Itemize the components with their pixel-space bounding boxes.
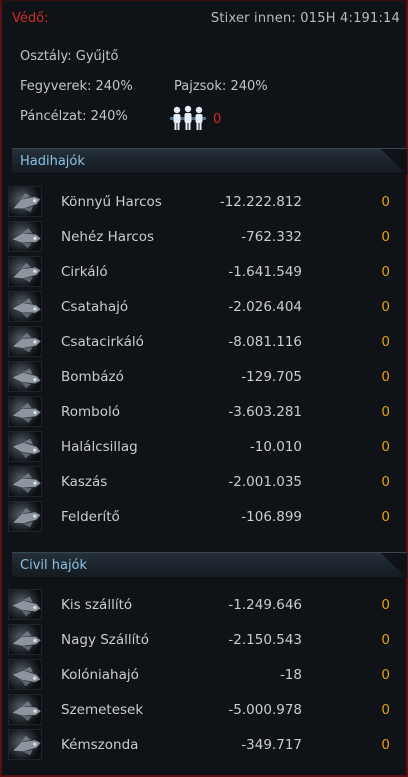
ship-count: 0 (381, 439, 390, 455)
ship-row[interactable]: Nehéz Harcos -762.332 0 (8, 219, 406, 254)
section-military-title: Hadihajók (20, 154, 85, 169)
weapons-line: Fegyverek: 240% (20, 79, 133, 94)
ship-count: 0 (381, 474, 390, 490)
ship-loss: -5.000.978 (228, 702, 302, 718)
ship-count: 0 (381, 299, 390, 315)
player-location[interactable]: Stixer innen: 015H 4:191:14 (211, 11, 400, 26)
ship-count: 0 (381, 737, 390, 753)
ship-name: Csatahajó (61, 299, 129, 315)
section-military: Hadihajók (12, 148, 407, 175)
armor-label: Páncélzat: (20, 109, 87, 124)
role-label: Védő: (12, 11, 49, 26)
ship-thumbnail (8, 501, 42, 532)
ship-thumbnail (8, 589, 42, 620)
ship-row[interactable]: Cirkáló -1.641.549 0 (8, 254, 406, 289)
ship-loss: -3.603.281 (228, 404, 302, 420)
ship-name: Kolóniahajó (61, 667, 139, 683)
ship-count: 0 (381, 369, 390, 385)
ship-name: Nagy Szállító (61, 632, 149, 648)
ship-count: 0 (381, 667, 390, 683)
ship-row[interactable]: Halálcsillag -10.010 0 (8, 429, 406, 464)
ship-count: 0 (381, 632, 390, 648)
ship-loss: -18 (279, 667, 302, 683)
weapons-label: Fegyverek: (20, 79, 92, 94)
ship-thumbnail (8, 466, 42, 497)
armor-value: 240% (90, 109, 128, 124)
ship-thumbnail (8, 326, 42, 357)
ship-loss: -12.222.812 (219, 194, 302, 210)
ship-name: Halálcsillag (61, 439, 138, 455)
armor-line: Páncélzat: 240% (20, 109, 128, 124)
ship-loss: -8.081.116 (228, 334, 302, 350)
ship-loss: -129.705 (241, 369, 302, 385)
crew-value: 0 (213, 112, 222, 127)
ship-count: 0 (381, 509, 390, 525)
ship-row[interactable]: Szemetesek -5.000.978 0 (8, 692, 406, 727)
ship-loss: -106.899 (241, 509, 302, 525)
ship-thumbnail (8, 694, 42, 725)
ship-name: Kémszonda (61, 737, 139, 753)
ship-loss: -2.026.404 (228, 299, 302, 315)
ship-row[interactable]: Romboló -3.603.281 0 (8, 394, 406, 429)
defender-panel: Védő: Stixer innen: 015H 4:191:14 Osztál… (0, 0, 408, 777)
ship-thumbnail (8, 624, 42, 655)
ship-row[interactable]: Könnyű Harcos -12.222.812 0 (8, 184, 406, 219)
ship-loss: -1.249.646 (228, 597, 302, 613)
ship-count: 0 (381, 702, 390, 718)
ship-row[interactable]: Kis szállító -1.249.646 0 (8, 587, 406, 622)
ship-name: Romboló (61, 404, 121, 420)
ship-row[interactable]: Felderítő -106.899 0 (8, 499, 406, 534)
ship-thumbnail (8, 291, 42, 322)
ship-thumbnail (8, 221, 42, 252)
shields-line: Pajzsok: 240% (174, 79, 268, 94)
ship-row[interactable]: Bombázó -129.705 0 (8, 359, 406, 394)
ship-row[interactable]: Csatacirkáló -8.081.116 0 (8, 324, 406, 359)
ship-count: 0 (381, 404, 390, 420)
ship-loss: -349.717 (241, 737, 302, 753)
weapons-value: 240% (95, 79, 133, 94)
ship-row[interactable]: Csatahajó -2.026.404 0 (8, 289, 406, 324)
ship-row[interactable]: Nagy Szállító -2.150.543 0 (8, 622, 406, 657)
ship-loss: -2.150.543 (228, 632, 302, 648)
ship-loss: -10.010 (249, 439, 302, 455)
ship-count: 0 (381, 264, 390, 280)
panel-header: Védő: Stixer innen: 015H 4:191:14 (2, 1, 406, 37)
ship-name: Szemetesek (61, 702, 144, 718)
ship-name: Bombázó (61, 369, 124, 385)
ship-name: Kaszás (61, 474, 108, 490)
ship-count: 0 (381, 597, 390, 613)
class-line: Osztály: Gyűjtő (20, 49, 118, 64)
ship-name: Könnyű Harcos (61, 194, 162, 210)
ship-row[interactable]: Kaszás -2.001.035 0 (8, 464, 406, 499)
ship-loss: -2.001.035 (228, 474, 302, 490)
ship-thumbnail (8, 256, 42, 287)
ship-thumbnail (8, 186, 42, 217)
ship-row[interactable]: Kémszonda -349.717 0 (8, 727, 406, 762)
ship-name: Csatacirkáló (61, 334, 144, 350)
class-value: Gyűjtő (75, 49, 119, 64)
ship-thumbnail (8, 431, 42, 462)
shields-value: 240% (230, 79, 268, 94)
ship-thumbnail (8, 729, 42, 760)
ship-loss: -1.641.549 (228, 264, 302, 280)
ship-count: 0 (381, 229, 390, 245)
class-label: Osztály: (20, 49, 72, 64)
ship-thumbnail (8, 396, 42, 427)
ship-loss: -762.332 (241, 229, 302, 245)
ship-thumbnail (8, 361, 42, 392)
ship-count: 0 (381, 194, 390, 210)
ship-thumbnail (8, 659, 42, 690)
ship-name: Nehéz Harcos (61, 229, 155, 245)
crew-icon (170, 105, 206, 131)
ship-name: Cirkáló (61, 264, 108, 280)
ship-count: 0 (381, 334, 390, 350)
ship-row[interactable]: Kolóniahajó -18 0 (8, 657, 406, 692)
section-civil-title: Civil hajók (20, 558, 88, 573)
ship-name: Kis szállító (61, 597, 133, 613)
section-civil: Civil hajók (12, 552, 407, 579)
ship-name: Felderítő (61, 509, 120, 525)
shields-label: Pajzsok: (174, 79, 227, 94)
